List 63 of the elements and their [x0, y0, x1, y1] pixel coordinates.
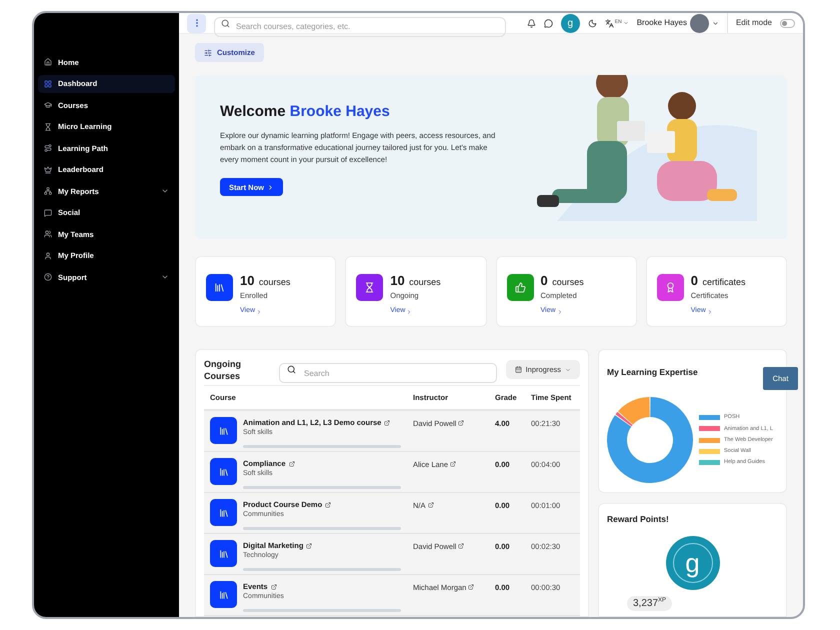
- help-icon: [44, 273, 52, 282]
- external-link-icon[interactable]: [384, 420, 390, 426]
- search-icon: [221, 18, 230, 28]
- translate-icon: [604, 18, 614, 28]
- chevron-icon: [622, 20, 629, 26]
- edit-mode-toggle[interactable]: [780, 18, 795, 28]
- stat-count: 0 certificates: [690, 274, 746, 289]
- chevron-icon: [267, 184, 274, 191]
- network-icon: [44, 187, 52, 196]
- edit-mode-label: Edit mode: [736, 17, 772, 29]
- external-link-icon[interactable]: [325, 502, 332, 508]
- books-icon: [218, 590, 228, 600]
- books-icon: [218, 466, 228, 476]
- external-link-icon[interactable]: [288, 460, 295, 467]
- user-menu[interactable]: Brooke Hayes: [636, 14, 719, 32]
- section-title: Ongoing Courses: [204, 358, 242, 382]
- brand-logo[interactable]: g: [560, 14, 580, 32]
- reward-badge: g: [666, 536, 720, 590]
- chat-bubble-icon[interactable]: [544, 18, 553, 28]
- books-icon: [218, 548, 228, 558]
- section-title: Reward Points!: [607, 513, 669, 526]
- chevron-icon: [712, 20, 719, 26]
- search-field[interactable]: Search courses, categories, etc.: [214, 16, 506, 36]
- chevron-icon: [556, 308, 563, 314]
- external-link-icon[interactable]: [468, 584, 474, 590]
- thumbs-up-icon: [514, 282, 526, 293]
- hourglass-icon: [44, 122, 52, 131]
- graduation-cap-icon: [44, 101, 52, 110]
- user-icon: [44, 252, 52, 260]
- chevron-icon: [706, 308, 713, 314]
- stat-count: 10 courses: [240, 274, 290, 289]
- calendar-icon: [514, 366, 522, 373]
- sliders-icon: [204, 48, 212, 56]
- users-icon: [44, 230, 52, 238]
- bell-icon[interactable]: [526, 18, 536, 28]
- avatar: [690, 14, 709, 32]
- external-link-icon[interactable]: [428, 502, 434, 508]
- home-icon: [44, 58, 52, 66]
- chevron-icon: [565, 366, 571, 372]
- crown-icon: [44, 166, 52, 174]
- external-link-icon[interactable]: [306, 542, 312, 549]
- external-link-icon[interactable]: [458, 543, 464, 549]
- hourglass-icon: [364, 282, 376, 293]
- grid-icon: [44, 80, 52, 88]
- books-icon: [214, 282, 225, 293]
- external-link-icon[interactable]: [270, 584, 277, 590]
- chevron-icon: [256, 308, 262, 314]
- external-link-icon[interactable]: [450, 461, 456, 467]
- books-icon: [218, 426, 228, 436]
- stat-count: 10 courses: [390, 274, 441, 289]
- moon-icon[interactable]: [588, 18, 597, 28]
- chat-icon: [44, 208, 52, 217]
- chevron-icon: [406, 308, 412, 314]
- external-link-icon[interactable]: [458, 420, 464, 426]
- stat-count: 0 courses: [540, 274, 584, 289]
- points-pill: 3,237$^{XP}$: [627, 596, 672, 611]
- books-icon: [218, 508, 228, 518]
- route-icon: [44, 144, 52, 152]
- certificate-icon: [664, 282, 676, 293]
- section-title: My Learning Expertise: [607, 367, 698, 377]
- search-field[interactable]: Search: [279, 363, 497, 383]
- welcome-title: Welcome Brooke Hayes: [220, 102, 391, 122]
- search-icon: [287, 365, 296, 374]
